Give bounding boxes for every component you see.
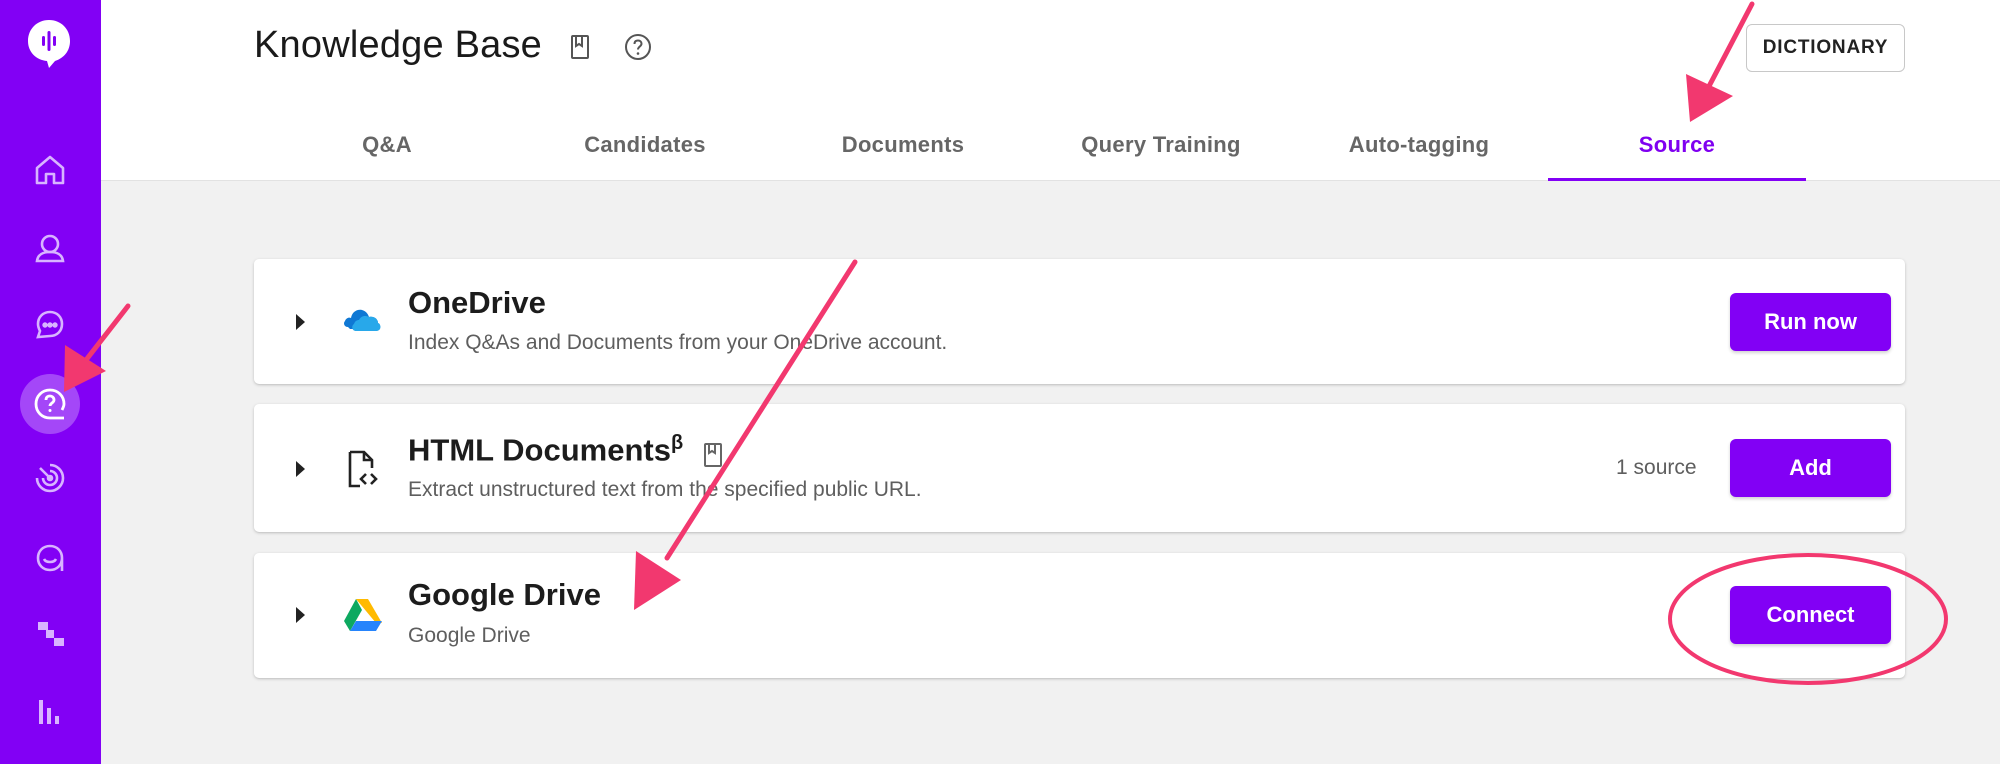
book-icon[interactable] <box>565 32 595 62</box>
beta-superscript: β <box>670 432 684 454</box>
source-title-text: HTML Documents <box>408 432 671 468</box>
sidebar <box>0 0 101 764</box>
google-drive-icon <box>344 599 382 631</box>
tab-candidates[interactable]: Candidates <box>516 115 774 181</box>
sidebar-item-knowledge-base[interactable] <box>20 374 80 434</box>
tab-query-training[interactable]: Query Training <box>1032 115 1290 181</box>
tab-bar: Q&A Candidates Documents Query Training … <box>258 115 1806 181</box>
source-title: Google Drive <box>408 577 601 612</box>
source-description: Extract unstructured text from the speci… <box>408 478 922 501</box>
page-title: Knowledge Base <box>254 24 543 66</box>
html-file-icon <box>348 450 378 488</box>
source-title: HTML Documentsβ <box>408 432 683 468</box>
sidebar-item-chat[interactable] <box>20 294 80 354</box>
logo-icon[interactable] <box>26 18 72 70</box>
chat-icon <box>36 310 64 339</box>
page-header: Knowledge Base DICTIONARY Q&A Candidates… <box>101 0 2000 181</box>
dictionary-button[interactable]: DICTIONARY <box>1746 24 1905 72</box>
book-icon[interactable] <box>701 442 725 468</box>
source-description: Index Q&As and Documents from your OneDr… <box>408 331 948 354</box>
message-smile-icon <box>36 544 64 572</box>
source-title: OneDrive <box>408 285 546 320</box>
run-now-button[interactable]: Run now <box>1730 293 1891 351</box>
bar-chart-icon <box>39 700 59 724</box>
sidebar-item-radar[interactable] <box>20 448 80 508</box>
sidebar-item-flows[interactable] <box>20 604 80 664</box>
source-card-google-drive: Google Drive Google Drive Connect <box>254 553 1905 678</box>
radar-icon <box>35 463 65 493</box>
sidebar-item-users[interactable] <box>20 218 80 278</box>
source-card-html-documents: HTML Documentsβ Extract unstructured tex… <box>254 404 1905 532</box>
expand-caret-icon[interactable] <box>296 314 305 330</box>
sidebar-item-home[interactable] <box>20 140 80 200</box>
add-button[interactable]: Add <box>1730 439 1891 497</box>
onedrive-icon <box>344 309 381 331</box>
tab-qa[interactable]: Q&A <box>258 115 516 181</box>
source-card-onedrive: OneDrive Index Q&As and Documents from y… <box>254 259 1905 384</box>
sidebar-item-conversations[interactable] <box>20 528 80 588</box>
expand-caret-icon[interactable] <box>296 607 305 623</box>
tab-source[interactable]: Source <box>1548 115 1806 181</box>
expand-caret-icon[interactable] <box>296 461 305 477</box>
connect-button[interactable]: Connect <box>1730 586 1891 644</box>
source-count: 1 source <box>1616 456 1697 479</box>
sidebar-item-analytics[interactable] <box>20 682 80 742</box>
flow-icon <box>38 622 64 646</box>
source-description: Google Drive <box>408 624 531 647</box>
tab-auto-tagging[interactable]: Auto-tagging <box>1290 115 1548 181</box>
tab-documents[interactable]: Documents <box>774 115 1032 181</box>
user-icon <box>35 234 65 263</box>
home-icon <box>35 155 65 185</box>
help-circle-icon <box>34 388 66 420</box>
help-icon[interactable] <box>623 32 653 62</box>
